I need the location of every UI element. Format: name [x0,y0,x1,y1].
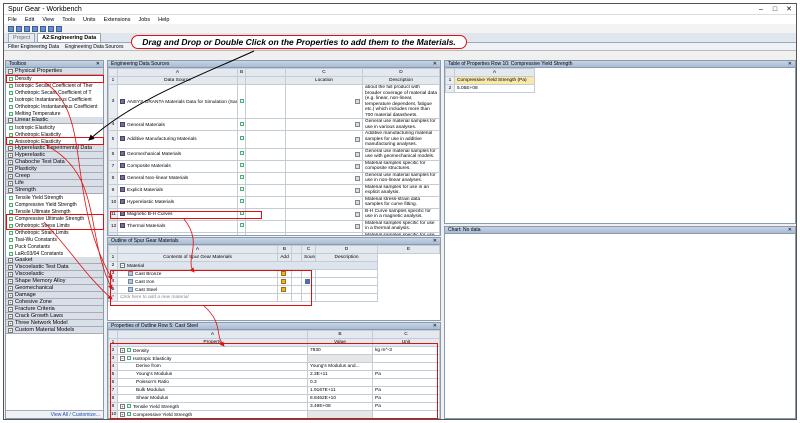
workbench-window: Spur Gear - Workbench – □ ✕ File Edit View… [3,3,797,420]
drag-arrow [203,305,225,347]
callout-arrow [88,50,255,141]
drag-arrow [43,81,113,280]
drag-arrow [43,143,113,290]
drag-arrow [183,218,195,273]
drag-arrow [43,221,113,300]
annotation-arrows [43,50,255,347]
